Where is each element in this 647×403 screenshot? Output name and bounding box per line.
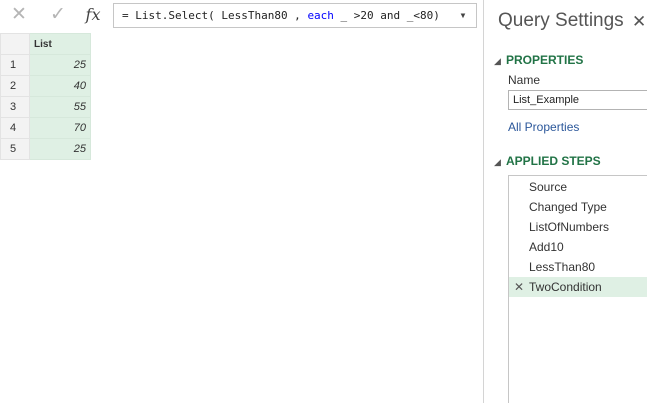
table-row: 5 25 xyxy=(0,138,91,160)
step-add10[interactable]: Add10 xyxy=(509,237,647,257)
applied-steps-section-header[interactable]: ◢ APPLIED STEPS xyxy=(494,154,601,168)
step-label: LessThan80 xyxy=(529,260,596,274)
step-label: TwoCondition xyxy=(529,280,602,294)
step-changed-type[interactable]: Changed Type xyxy=(509,197,647,217)
table-row: 1 25 xyxy=(0,54,91,76)
cell-value[interactable]: 25 xyxy=(29,54,91,76)
formula-bar-controls: ✕ ✓ fx xyxy=(0,0,112,32)
applied-steps-header-label: APPLIED STEPS xyxy=(506,154,601,168)
step-label: ListOfNumbers xyxy=(529,220,610,234)
formula-text-suffix: _ >20 and _<80) xyxy=(333,9,440,22)
row-number[interactable]: 3 xyxy=(0,96,30,118)
row-number[interactable]: 1 xyxy=(0,54,30,76)
grid-corner[interactable] xyxy=(0,33,30,55)
step-list-of-numbers[interactable]: ListOfNumbers xyxy=(509,217,647,237)
step-label: Source xyxy=(529,180,568,194)
cell-value[interactable]: 40 xyxy=(29,75,91,97)
all-properties-link[interactable]: All Properties xyxy=(508,120,579,134)
chevron-down-icon[interactable]: ▾ xyxy=(454,4,472,27)
table-row: 2 40 xyxy=(0,75,91,97)
properties-section-header[interactable]: ◢ PROPERTIES xyxy=(494,53,583,67)
close-icon[interactable]: ✕ xyxy=(632,12,646,32)
step-label: Add10 xyxy=(529,240,564,254)
row-number[interactable]: 4 xyxy=(0,117,30,139)
collapse-triangle-icon: ◢ xyxy=(494,157,501,167)
step-label: Changed Type xyxy=(529,200,607,214)
cancel-icon[interactable]: ✕ xyxy=(8,4,30,26)
row-number[interactable]: 5 xyxy=(0,138,30,160)
query-name-input[interactable] xyxy=(508,90,647,110)
formula-input[interactable]: = List.Select( LessThan80 , each _ >20 a… xyxy=(113,3,477,28)
step-less-than-80[interactable]: LessThan80 xyxy=(509,257,647,277)
delete-step-icon[interactable]: ✕ xyxy=(514,277,524,297)
column-header-list[interactable]: List xyxy=(29,33,91,55)
cell-value[interactable]: 25 xyxy=(29,138,91,160)
table-row: 3 55 xyxy=(0,96,91,118)
pane-title: Query Settings xyxy=(498,10,624,31)
data-grid: List 1 25 2 40 3 55 4 70 5 25 xyxy=(0,33,91,160)
query-settings-pane: Query Settings ✕ ◢ PROPERTIES Name All Pr… xyxy=(483,0,647,403)
formula-keyword: each xyxy=(307,9,334,22)
collapse-triangle-icon: ◢ xyxy=(494,56,501,66)
properties-header-label: PROPERTIES xyxy=(506,53,584,67)
step-two-condition[interactable]: ✕ TwoCondition xyxy=(509,277,647,297)
fx-icon[interactable]: fx xyxy=(82,4,104,26)
cell-value[interactable]: 55 xyxy=(29,96,91,118)
applied-steps-list: Source Changed Type ListOfNumbers Add10 … xyxy=(508,175,647,403)
name-label: Name xyxy=(508,73,541,87)
row-number[interactable]: 2 xyxy=(0,75,30,97)
cell-value[interactable]: 70 xyxy=(29,117,91,139)
table-row: 4 70 xyxy=(0,117,91,139)
step-source[interactable]: Source xyxy=(509,177,647,197)
commit-check-icon[interactable]: ✓ xyxy=(47,4,69,26)
formula-text-prefix: = List.Select( LessThan80 , xyxy=(122,9,308,22)
